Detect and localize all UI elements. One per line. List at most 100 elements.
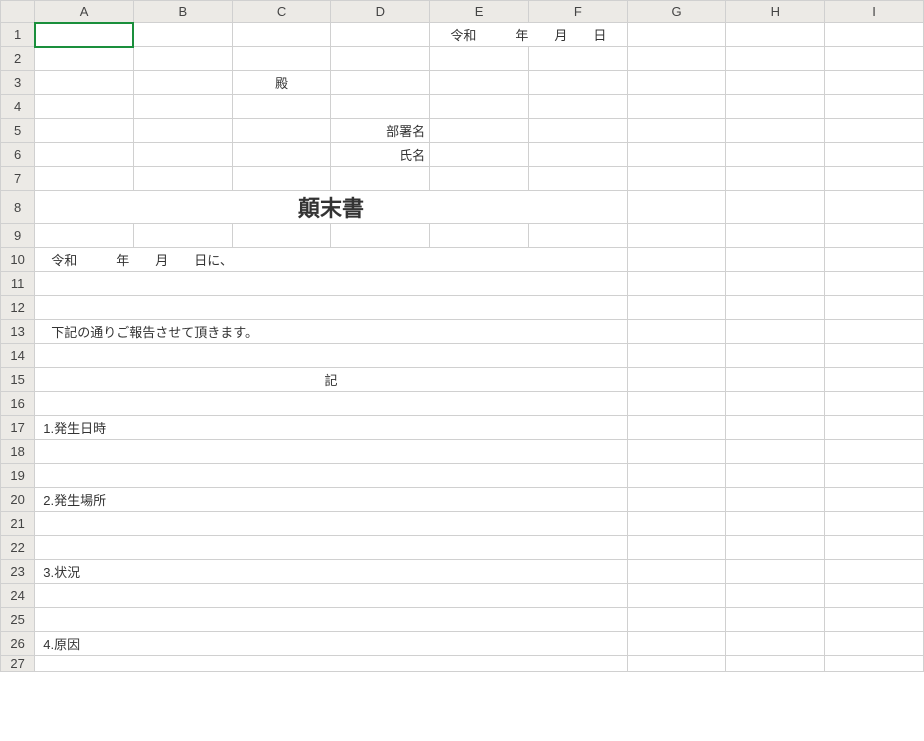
cell-H9[interactable] — [726, 224, 825, 248]
cell-H1[interactable] — [726, 23, 825, 47]
cell-H7[interactable] — [726, 167, 825, 191]
cell-I23[interactable] — [825, 560, 924, 584]
row-header-20[interactable]: 20 — [1, 488, 35, 512]
col-header-A[interactable]: A — [35, 1, 134, 23]
cell-C7[interactable] — [232, 167, 331, 191]
row-header-15[interactable]: 15 — [1, 368, 35, 392]
cell-G20[interactable] — [627, 488, 726, 512]
cell-A25-merged[interactable] — [35, 608, 627, 632]
cell-A15-merged[interactable]: 記 — [35, 368, 627, 392]
cell-E3[interactable] — [430, 71, 529, 95]
cell-A16-merged[interactable] — [35, 392, 627, 416]
cell-F5[interactable] — [528, 119, 627, 143]
cell-H27[interactable] — [726, 656, 825, 672]
cell-H16[interactable] — [726, 392, 825, 416]
cell-I12[interactable] — [825, 296, 924, 320]
cell-E5[interactable] — [430, 119, 529, 143]
cell-G18[interactable] — [627, 440, 726, 464]
cell-A19-merged[interactable] — [35, 464, 627, 488]
cell-E2[interactable] — [430, 47, 529, 71]
cell-H10[interactable] — [726, 248, 825, 272]
cell-H23[interactable] — [726, 560, 825, 584]
cell-B9[interactable] — [133, 224, 232, 248]
cell-G17[interactable] — [627, 416, 726, 440]
cell-I24[interactable] — [825, 584, 924, 608]
cell-I21[interactable] — [825, 512, 924, 536]
cell-H14[interactable] — [726, 344, 825, 368]
cell-I3[interactable] — [825, 71, 924, 95]
cell-H6[interactable] — [726, 143, 825, 167]
cell-G7[interactable] — [627, 167, 726, 191]
cell-I6[interactable] — [825, 143, 924, 167]
cell-H4[interactable] — [726, 95, 825, 119]
select-all-corner[interactable] — [1, 1, 35, 23]
cell-G11[interactable] — [627, 272, 726, 296]
cell-I11[interactable] — [825, 272, 924, 296]
cell-E9[interactable] — [430, 224, 529, 248]
cell-C9[interactable] — [232, 224, 331, 248]
cell-I17[interactable] — [825, 416, 924, 440]
cell-I10[interactable] — [825, 248, 924, 272]
cell-H8[interactable] — [726, 191, 825, 224]
cell-G3[interactable] — [627, 71, 726, 95]
cell-G9[interactable] — [627, 224, 726, 248]
cell-D7[interactable] — [331, 167, 430, 191]
row-header-25[interactable]: 25 — [1, 608, 35, 632]
cell-H3[interactable] — [726, 71, 825, 95]
cell-A5[interactable] — [35, 119, 134, 143]
cell-D3[interactable] — [331, 71, 430, 95]
cell-I8[interactable] — [825, 191, 924, 224]
cell-I19[interactable] — [825, 464, 924, 488]
cell-H15[interactable] — [726, 368, 825, 392]
cell-A7[interactable] — [35, 167, 134, 191]
cell-I16[interactable] — [825, 392, 924, 416]
cell-G6[interactable] — [627, 143, 726, 167]
cell-I4[interactable] — [825, 95, 924, 119]
cell-H11[interactable] — [726, 272, 825, 296]
cell-I2[interactable] — [825, 47, 924, 71]
row-header-1[interactable]: 1 — [1, 23, 35, 47]
cell-E7[interactable] — [430, 167, 529, 191]
row-header-19[interactable]: 19 — [1, 464, 35, 488]
row-header-12[interactable]: 12 — [1, 296, 35, 320]
cell-C4[interactable] — [232, 95, 331, 119]
cell-A1[interactable] — [35, 23, 134, 47]
cell-A22-merged[interactable] — [35, 536, 627, 560]
cell-C1[interactable] — [232, 23, 331, 47]
cell-H17[interactable] — [726, 416, 825, 440]
cell-H25[interactable] — [726, 608, 825, 632]
row-header-8[interactable]: 8 — [1, 191, 35, 224]
cell-B5[interactable] — [133, 119, 232, 143]
row-header-3[interactable]: 3 — [1, 71, 35, 95]
cell-B3[interactable] — [133, 71, 232, 95]
cell-H26[interactable] — [726, 632, 825, 656]
cell-C6[interactable] — [232, 143, 331, 167]
cell-B7[interactable] — [133, 167, 232, 191]
cell-G4[interactable] — [627, 95, 726, 119]
cell-H13[interactable] — [726, 320, 825, 344]
cell-H22[interactable] — [726, 536, 825, 560]
row-header-21[interactable]: 21 — [1, 512, 35, 536]
cell-I18[interactable] — [825, 440, 924, 464]
cell-F3[interactable] — [528, 71, 627, 95]
cell-D4[interactable] — [331, 95, 430, 119]
col-header-C[interactable]: C — [232, 1, 331, 23]
cell-A13-merged[interactable]: 下記の通りご報告させて頂きます。 — [35, 320, 627, 344]
cell-A12-merged[interactable] — [35, 296, 627, 320]
row-header-13[interactable]: 13 — [1, 320, 35, 344]
cell-G13[interactable] — [627, 320, 726, 344]
cell-D1[interactable] — [331, 23, 430, 47]
col-header-B[interactable]: B — [133, 1, 232, 23]
row-header-5[interactable]: 5 — [1, 119, 35, 143]
cell-A2[interactable] — [35, 47, 134, 71]
cell-A10-merged[interactable]: 令和 年 月 日に、 — [35, 248, 627, 272]
row-header-4[interactable]: 4 — [1, 95, 35, 119]
col-header-G[interactable]: G — [627, 1, 726, 23]
cell-H19[interactable] — [726, 464, 825, 488]
cell-H5[interactable] — [726, 119, 825, 143]
cell-C2[interactable] — [232, 47, 331, 71]
cell-F2[interactable] — [528, 47, 627, 71]
cell-G8[interactable] — [627, 191, 726, 224]
cell-D6[interactable]: 氏名 — [331, 143, 430, 167]
cell-G15[interactable] — [627, 368, 726, 392]
